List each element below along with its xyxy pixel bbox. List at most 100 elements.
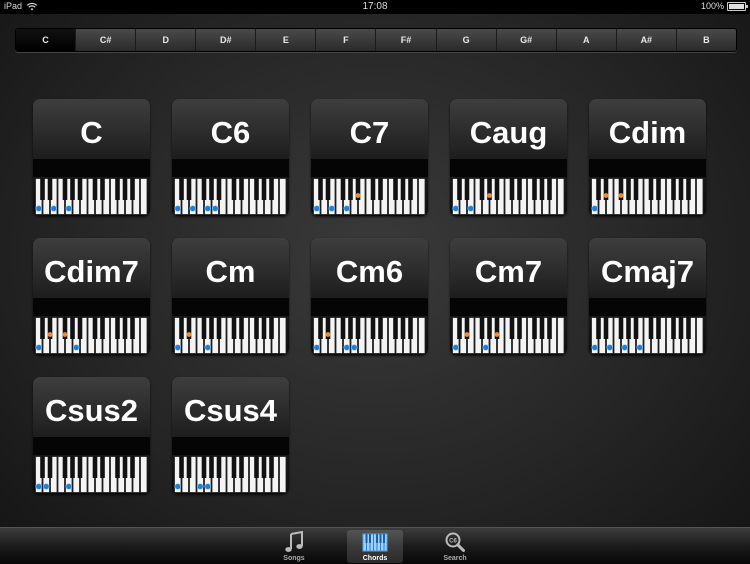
key-option-c-sharp[interactable]: C# <box>75 29 135 51</box>
keyboard-diagram <box>174 317 287 354</box>
black-key <box>40 456 45 478</box>
black-key <box>509 317 515 339</box>
note-marker <box>313 205 320 212</box>
card-divider <box>172 298 289 316</box>
chord-name: C6 <box>210 115 251 150</box>
keyboard-diagram <box>35 456 148 493</box>
white-key <box>140 317 148 354</box>
chord-name: Cdim7 <box>44 254 139 289</box>
black-key <box>325 178 331 200</box>
black-key <box>340 178 346 200</box>
black-key <box>400 178 406 200</box>
black-key <box>378 178 383 200</box>
black-key <box>633 178 639 200</box>
tab-label: Chords <box>362 555 388 562</box>
chord-card[interactable]: Cm6 <box>311 238 428 355</box>
chord-card[interactable]: Csus4 <box>172 377 289 494</box>
chord-name: C7 <box>349 115 390 150</box>
black-key <box>179 456 184 478</box>
keyboard-diagram <box>313 317 426 354</box>
key-option-f[interactable]: F <box>315 29 375 51</box>
search-icon: C6 <box>445 532 465 552</box>
note-marker <box>197 483 204 490</box>
key-selector: C C# D D# E F F# G G# A A# B <box>15 28 737 52</box>
chord-card[interactable]: Cm <box>172 238 289 355</box>
black-key <box>40 178 45 200</box>
note-marker <box>355 193 361 198</box>
note-marker <box>636 344 643 351</box>
card-divider <box>311 159 428 177</box>
chord-card[interactable]: C7 <box>311 99 428 216</box>
black-key <box>656 317 661 339</box>
note-marker <box>204 344 211 351</box>
black-key <box>393 317 398 339</box>
white-key <box>696 178 704 215</box>
chord-name: Cm <box>205 254 256 289</box>
key-option-e[interactable]: E <box>255 29 315 51</box>
black-key <box>47 456 53 478</box>
chord-name: Cm6 <box>335 254 404 289</box>
chord-card[interactable]: Csus2 <box>33 377 150 494</box>
tab-bar: Songs Chords C6 Search <box>0 527 750 564</box>
black-key <box>408 317 413 339</box>
chord-name: Csus4 <box>183 393 278 428</box>
chord-card[interactable]: Cdim <box>589 99 706 216</box>
black-key <box>130 317 135 339</box>
chord-card[interactable]: C6 <box>172 99 289 216</box>
key-option-d-sharp[interactable]: D# <box>195 29 255 51</box>
chord-card[interactable]: Cmaj7 <box>589 238 706 355</box>
chord-card[interactable]: Cdim7 <box>33 238 150 355</box>
tab-songs[interactable]: Songs <box>266 530 322 563</box>
black-key <box>100 317 105 339</box>
keyboard-diagram <box>591 317 704 354</box>
black-key <box>62 178 68 200</box>
black-key <box>70 317 75 339</box>
note-marker <box>62 332 68 337</box>
key-option-g[interactable]: G <box>435 29 496 51</box>
white-key <box>279 456 287 493</box>
note-marker <box>43 483 50 490</box>
black-key <box>77 178 83 200</box>
key-option-d[interactable]: D <box>135 29 195 51</box>
black-key <box>47 178 53 200</box>
tab-chords[interactable]: Chords <box>347 530 403 563</box>
tab-search[interactable]: C6 Search <box>427 530 483 563</box>
note-marker <box>343 205 350 212</box>
note-marker <box>591 205 598 212</box>
status-bar: iPad 17:08 100% <box>0 0 750 14</box>
key-option-f-sharp[interactable]: F# <box>375 29 435 51</box>
chord-card[interactable]: Caug <box>450 99 567 216</box>
chord-card[interactable]: C <box>33 99 150 216</box>
white-key <box>557 317 565 354</box>
key-option-b[interactable]: B <box>675 29 736 51</box>
key-option-g-sharp[interactable]: G# <box>495 29 556 51</box>
black-key <box>626 317 631 339</box>
black-key <box>130 178 135 200</box>
black-key <box>179 178 184 200</box>
black-key <box>678 317 684 339</box>
black-key <box>77 456 83 478</box>
black-key <box>231 178 237 200</box>
note-marker <box>186 332 192 337</box>
black-key <box>596 317 601 339</box>
key-option-a[interactable]: A <box>555 29 616 51</box>
note-marker <box>464 332 470 337</box>
note-marker <box>494 332 500 337</box>
note-marker <box>482 344 489 351</box>
black-key <box>400 317 406 339</box>
chord-name: Cdim <box>608 115 687 150</box>
note-marker <box>618 193 624 198</box>
note-marker <box>50 205 57 212</box>
black-key <box>340 317 346 339</box>
chord-name: Cmaj7 <box>600 254 695 289</box>
chord-card[interactable]: Cm7 <box>450 238 567 355</box>
key-option-c[interactable]: C <box>16 29 76 51</box>
note-marker <box>325 332 331 337</box>
key-option-a-sharp[interactable]: A# <box>615 29 676 51</box>
black-key <box>517 317 522 339</box>
black-key <box>130 456 135 478</box>
note-marker <box>452 344 459 351</box>
black-key <box>122 317 128 339</box>
note-marker <box>603 193 609 198</box>
black-key <box>209 317 214 339</box>
